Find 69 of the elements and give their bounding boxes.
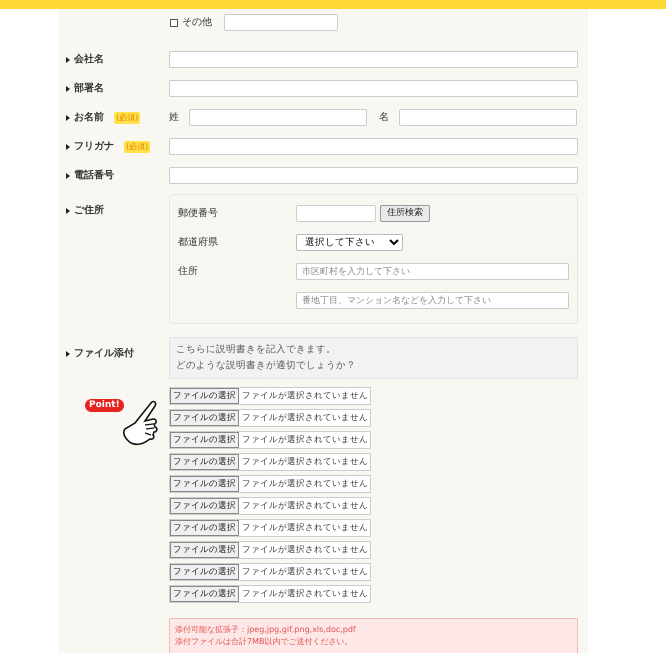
triangle-icon <box>66 350 70 356</box>
field-label: 部署名 <box>74 82 104 96</box>
triangle-icon <box>66 144 70 150</box>
checkbox-label: その他 <box>182 16 212 30</box>
file-input[interactable]: ファイルの選択 ファイルが選択されていません <box>169 475 371 493</box>
file-input[interactable]: ファイルの選択 ファイルが選択されていません <box>169 519 371 537</box>
file-input[interactable]: ファイルの選択 ファイルが選択されていません <box>169 563 371 581</box>
required-badge: (必須) <box>124 140 150 152</box>
file-input[interactable]: ファイルの選択 ファイルが選択されていません <box>169 431 371 449</box>
text-input-field[interactable] <box>399 109 577 126</box>
checkbox[interactable] <box>170 18 178 26</box>
prefecture-dropdown[interactable]: 選択して下さい <box>296 234 403 251</box>
choose-file-button[interactable]: ファイルの選択 <box>170 586 239 602</box>
file-input[interactable]: ファイルの選択 ファイルが選択されていません <box>169 387 371 405</box>
choose-file-button[interactable]: ファイルの選択 <box>170 520 239 536</box>
description-text: こちらに説明書きを記入できます。 どのような説明書きが適切でしょうか？ <box>169 337 578 379</box>
point-label: Point! <box>85 399 124 412</box>
other-input-field[interactable] <box>224 14 338 31</box>
field-label: 電話番号 <box>74 168 114 183</box>
choose-file-button[interactable]: ファイルの選択 <box>170 388 239 404</box>
text-input-field[interactable] <box>169 138 578 155</box>
file-status: ファイルが選択されていません <box>241 566 368 579</box>
notice-text: 添付可能な拡張子：jpeg,jpg,gif,png,xls,doc,pdf 添付ファイルは合計7MB以内でご送付ください。 <box>169 618 578 653</box>
triangle-icon <box>66 114 70 120</box>
file-input[interactable]: ファイルの選択 ファイルが選択されていません <box>169 453 371 471</box>
field-label: お名前 <box>74 110 104 125</box>
field-label: フリガナ <box>74 140 114 154</box>
file-status: ファイルが選択されていません <box>241 390 368 403</box>
choose-file-button[interactable]: ファイルの選択 <box>170 454 239 470</box>
text-input-field[interactable] <box>169 167 578 184</box>
choose-file-button[interactable]: ファイルの選択 <box>170 410 239 426</box>
triangle-icon <box>66 86 70 92</box>
address-input-field[interactable]: 番地丁目、マンション名などを入力して下さい <box>296 292 569 309</box>
triangle-icon <box>66 208 70 214</box>
triangle-icon <box>66 56 70 62</box>
field-label: 会社名 <box>74 52 104 67</box>
file-status: ファイルが選択されていません <box>241 500 368 513</box>
file-input[interactable]: ファイルの選択 ファイルが選択されていません <box>169 585 371 603</box>
file-status: ファイルが選択されていません <box>241 522 368 535</box>
field-label: ご住所 <box>74 204 104 218</box>
pointing-hand-icon <box>123 400 158 446</box>
file-input[interactable]: ファイルの選択 ファイルが選択されていません <box>169 497 371 515</box>
address-field-label: 郵便番号 <box>178 208 218 219</box>
address-field-label: 住所 <box>178 266 198 277</box>
text-input-field[interactable] <box>189 109 367 126</box>
file-status: ファイルが選択されていません <box>241 434 368 447</box>
file-input[interactable]: ファイルの選択 ファイルが選択されていません <box>169 409 371 427</box>
file-status: ファイルが選択されていません <box>241 544 368 557</box>
file-status: ファイルが選択されていません <box>241 478 368 491</box>
triangle-icon <box>66 172 70 178</box>
postal-code-field[interactable] <box>296 205 376 222</box>
file-status: ファイルが選択されていません <box>241 588 368 601</box>
choose-file-button[interactable]: ファイルの選択 <box>170 564 239 580</box>
address-field-label: 都道府県 <box>178 237 218 248</box>
name-part-label: 姓 <box>169 111 179 125</box>
file-status: ファイルが選択されていません <box>241 412 368 425</box>
file-status: ファイルが選択されていません <box>241 456 368 469</box>
text-input-field[interactable] <box>169 51 578 68</box>
field-label: ファイル添付 <box>74 346 134 361</box>
file-input[interactable]: ファイルの選択 ファイルが選択されていません <box>169 541 371 559</box>
address-input-field[interactable]: 市区町村を入力して下さい <box>296 263 569 280</box>
choose-file-button[interactable]: ファイルの選択 <box>170 476 239 492</box>
name-part-label: 名 <box>379 111 389 125</box>
address-search-button[interactable]: 住所検索 <box>380 205 430 222</box>
choose-file-button[interactable]: ファイルの選択 <box>170 542 239 558</box>
text-input-field[interactable] <box>169 80 578 97</box>
required-badge: (必須) <box>114 112 140 124</box>
choose-file-button[interactable]: ファイルの選択 <box>170 432 239 448</box>
choose-file-button[interactable]: ファイルの選択 <box>170 498 239 514</box>
